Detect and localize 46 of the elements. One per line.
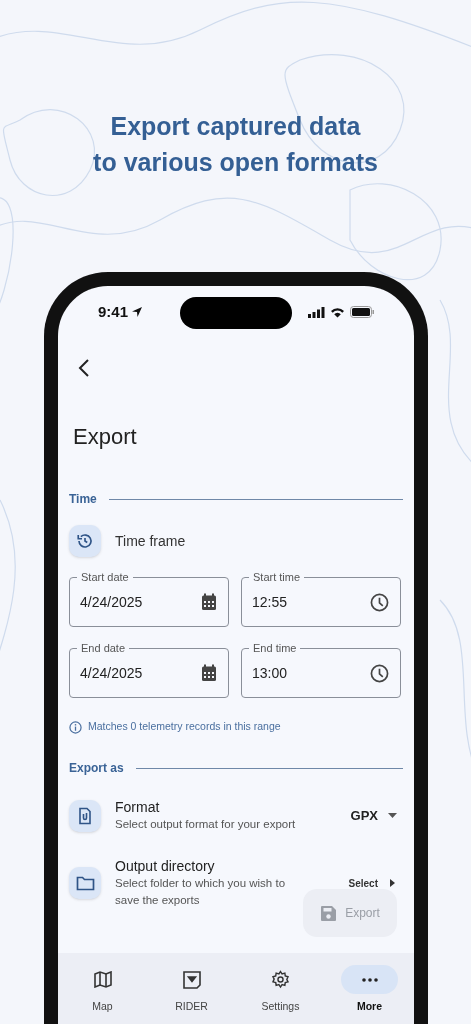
headline: Export captured data	[110, 111, 361, 142]
section-heading: Time	[69, 491, 97, 508]
nav-tab[interactable]: Settings	[236, 953, 325, 1018]
dropdown-caret-icon	[388, 813, 397, 818]
clock-icon	[370, 663, 389, 683]
row-title: Format	[115, 798, 161, 816]
field-value: 4/24/2025	[80, 592, 143, 612]
row-subtitle: Select output format for your export	[115, 817, 297, 832]
row-subtitle: Select folder to which you wish to save the exports	[115, 876, 287, 908]
row-title: Output directory	[115, 857, 216, 875]
field-label: End date	[77, 641, 130, 655]
signal-icon	[308, 306, 325, 318]
field-label: Start time	[249, 570, 305, 584]
field-value: 13:00	[252, 663, 288, 683]
page-title: Export	[73, 423, 137, 451]
save-icon	[320, 904, 338, 922]
location-arrow-icon	[131, 306, 144, 318]
history-icon	[69, 525, 101, 557]
section-heading: Export as	[69, 760, 124, 777]
calendar-icon	[201, 593, 217, 611]
back-icon	[78, 359, 90, 377]
rider-logo-icon	[182, 970, 201, 989]
status-time: 9:41	[98, 301, 129, 322]
select-link[interactable]: Select	[348, 875, 378, 891]
headline: to various open formats	[93, 147, 378, 178]
battery-icon	[350, 306, 374, 318]
calendar-icon	[201, 664, 217, 682]
wifi-icon	[330, 306, 345, 318]
map-icon	[93, 971, 112, 988]
folder-icon	[75, 875, 95, 891]
field-value: 4/24/2025	[80, 663, 143, 683]
field-label: Start date	[77, 570, 133, 584]
caret-right-icon	[390, 879, 395, 887]
nav-tab[interactable]: More	[325, 953, 414, 1018]
clock-icon	[370, 592, 389, 612]
more-icon	[361, 977, 378, 982]
field-label: End time	[249, 641, 301, 655]
row-label: Time frame	[115, 531, 186, 551]
info-text: Matches 0 telemetry records in this range	[88, 719, 281, 735]
settings-icon	[271, 970, 290, 989]
nav-tab[interactable]: RIDER	[147, 953, 236, 1018]
info-icon	[69, 720, 82, 734]
field-value: 12:55	[252, 592, 288, 612]
format-value: GPX	[350, 806, 378, 825]
settings-row[interactable]: Format Select output format for your export GPX	[69, 798, 403, 833]
nav-tab[interactable]: Map	[58, 953, 147, 1018]
